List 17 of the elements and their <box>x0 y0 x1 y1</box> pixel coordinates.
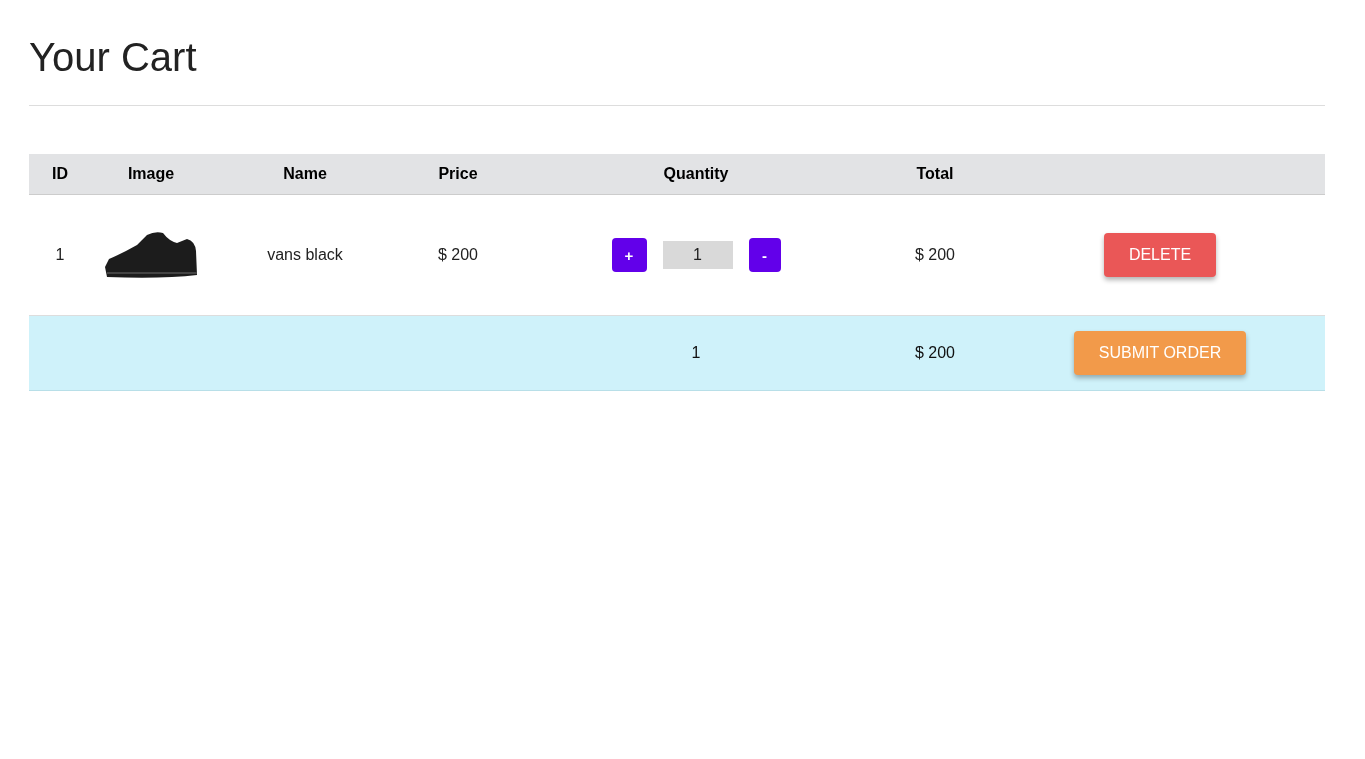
total-cell: $ 200 <box>914 246 955 264</box>
column-header: Quantity <box>663 165 729 183</box>
column-header: Total <box>916 165 954 183</box>
id-cell: 1 <box>55 246 65 264</box>
quantity-field[interactable]: 1 <box>662 241 733 269</box>
price-cell: $ 200 <box>437 246 478 264</box>
delete-button[interactable]: DELETE <box>1103 233 1217 277</box>
total-quantity: 1 <box>691 344 701 362</box>
page-title: Your Cart <box>29 33 1325 106</box>
column-header: ID <box>52 165 68 183</box>
decrement-button[interactable]: - <box>748 238 781 272</box>
column-header: Name <box>283 165 327 183</box>
increment-button[interactable]: + <box>611 238 647 272</box>
column-header: Price <box>438 165 478 183</box>
order-total: $ 200 <box>914 344 955 362</box>
column-header: Image <box>127 165 175 183</box>
product-name: vans black <box>267 246 343 264</box>
